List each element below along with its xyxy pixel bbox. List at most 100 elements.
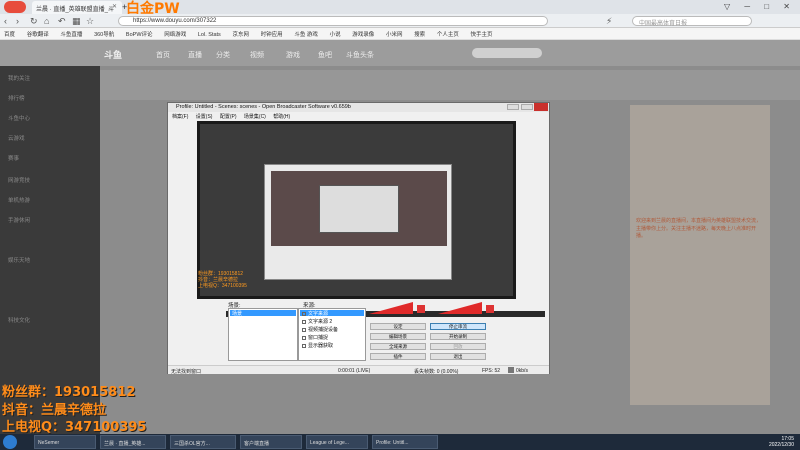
bookmark-item[interactable]: BoPW评论	[126, 30, 153, 38]
nav-game[interactable]: 游戏	[286, 50, 300, 60]
menu-help[interactable]: 帮助(H)	[273, 114, 290, 120]
address-bar[interactable]: https://www.douyu.com/307322	[118, 16, 548, 26]
checkbox[interactable]	[302, 335, 306, 340]
plugins-button[interactable]: 插件	[370, 353, 426, 360]
settings-button[interactable]: 设定	[370, 323, 426, 330]
preview-content	[200, 124, 513, 296]
clock[interactable]: 17:05 2022/12/30	[769, 436, 794, 448]
bolt-icon[interactable]: ⚡	[606, 16, 612, 27]
start-button-icon[interactable]	[3, 435, 17, 449]
tab-close-icon[interactable]: ✕	[112, 3, 117, 10]
back-icon[interactable]: ‹	[4, 16, 7, 26]
bookmark-item[interactable]: 谷歌翻译	[27, 30, 49, 38]
grid-icon[interactable]: ▦	[72, 16, 81, 27]
bookmark-item[interactable]: 斗鱼 游戏	[294, 30, 318, 38]
source-item[interactable]: 文字来源 2	[302, 318, 332, 325]
sources-list[interactable]: 文字来源 文字来源 2 视频捕捉设备 窗口捕捉 显示器获取	[298, 308, 366, 361]
browser-logo-icon[interactable]	[4, 1, 26, 13]
menu-file[interactable]: 档案(F)	[172, 114, 188, 120]
taskbar-item[interactable]: 客户端直播	[240, 435, 302, 449]
forward-icon[interactable]: ›	[16, 16, 19, 26]
nav-live[interactable]: 直播	[188, 50, 202, 60]
scene-item-selected[interactable]: 场景	[230, 310, 296, 317]
bookmark-item[interactable]: 快手主页	[471, 30, 493, 38]
global-sources-button[interactable]: 全域来源	[370, 343, 426, 350]
nav-yuba[interactable]: 鱼吧	[318, 50, 332, 60]
search-box[interactable]: 中国最高体育日报	[632, 16, 752, 27]
fan-group-text: 粉丝群：193015812	[2, 385, 136, 400]
sidebar-item[interactable]: 单机热游	[8, 196, 30, 204]
douyu-search[interactable]	[472, 48, 542, 58]
home-icon[interactable]: ⌂	[44, 16, 49, 26]
source-label: 文字来源	[308, 311, 329, 317]
bookmark-item[interactable]: 百度	[4, 30, 15, 38]
bookmark-item[interactable]: 搜索	[414, 30, 425, 38]
nav-category[interactable]: 分类	[216, 50, 230, 60]
sidebar-item[interactable]: 网游竞技	[8, 176, 30, 184]
start-record-button[interactable]: 开始录制	[430, 333, 486, 340]
checkbox[interactable]	[302, 319, 306, 324]
taskbar-item[interactable]: NeSemer	[34, 435, 96, 449]
window-controls[interactable]: ▽ ─ □ ✕	[724, 2, 796, 11]
bookmark-item[interactable]: 个人主页	[437, 30, 459, 38]
sidebar-item[interactable]: 科技文化	[8, 316, 30, 324]
sidebar-item[interactable]: 云游戏	[8, 134, 25, 142]
nav-headline[interactable]: 斗鱼头条	[346, 50, 374, 60]
bookmark-item[interactable]: 小米网	[386, 30, 403, 38]
source-label: 显示器获取	[308, 343, 334, 349]
nested-obs-capture	[264, 164, 452, 280]
taskbar-item[interactable]: 三国杀OL官方...	[170, 435, 236, 449]
source-label: 文字来源 2	[308, 319, 333, 325]
sidebar-item[interactable]: 我的关注	[8, 74, 30, 82]
sidebar-item[interactable]: 娱乐天地	[8, 256, 30, 264]
maximize-icon[interactable]	[521, 104, 533, 110]
sidebar-item[interactable]: 赛事	[8, 154, 19, 162]
douyu-logo[interactable]: 斗鱼	[104, 48, 122, 61]
bookmark-item[interactable]: Lol. Stats	[198, 32, 221, 38]
menu-scene-collection[interactable]: 场景集(C)	[244, 114, 266, 120]
source-item[interactable]: 文字来源	[302, 310, 328, 317]
taskbar-label: 客户端直播	[244, 441, 270, 447]
checkbox[interactable]	[302, 311, 306, 316]
scenes-list[interactable]: 场景	[228, 308, 298, 361]
checkbox[interactable]	[302, 327, 306, 332]
menu-profile[interactable]: 配置(P)	[220, 114, 237, 120]
obs-window: Profile: Untitled - Scenes: scenes - Ope…	[167, 102, 550, 375]
minimize-icon[interactable]	[507, 104, 519, 110]
taskbar-label: League of Lege...	[310, 440, 349, 446]
left-sidebar: 我的关注 排行榜 斗鱼中心 云游戏 赛事 网游竞技 单机热游 手游休闲 娱乐天地…	[0, 66, 100, 434]
star-icon[interactable]: ☆	[86, 16, 94, 27]
bookmark-item[interactable]: 时钟应用	[261, 30, 283, 38]
obs-title-bar[interactable]: Profile: Untitled - Scenes: scenes - Ope…	[168, 103, 549, 112]
bookmark-item[interactable]: 小说	[330, 30, 341, 38]
preview-overlay-text: 粉丝群：193015812 抖音：兰晨辛德拉 上电视Q：347100395	[198, 271, 247, 289]
exit-button[interactable]: 退出	[430, 353, 486, 360]
menu-settings[interactable]: 设置(S)	[196, 114, 213, 120]
refresh-icon[interactable]: ↻	[30, 16, 38, 27]
status-message: 无法找到窗口	[171, 369, 202, 375]
sidebar-item[interactable]: 排行榜	[8, 94, 25, 102]
source-item[interactable]: 显示器获取	[302, 342, 333, 349]
bookmark-item[interactable]: 网络游戏	[164, 30, 186, 38]
source-item[interactable]: 视频捕捉设备	[302, 326, 338, 333]
close-icon[interactable]	[534, 103, 548, 111]
edit-scene-button[interactable]: 编辑场景	[370, 333, 426, 340]
stop-stream-button[interactable]: 停止串流	[430, 323, 486, 330]
undo-icon[interactable]: ↶	[58, 16, 66, 27]
sidebar-item[interactable]: 斗鱼中心	[8, 114, 30, 122]
replay-button[interactable]: 回放	[430, 343, 486, 350]
browser-tab[interactable]: 兰晨 · 直播_英雄联盟直播_斗	[32, 1, 122, 14]
nav-home[interactable]: 首页	[156, 50, 170, 60]
nav-video[interactable]: 视频	[250, 50, 264, 60]
taskbar-item[interactable]: League of Lege...	[306, 435, 368, 449]
taskbar-item[interactable]: Profile: Untitl...	[372, 435, 438, 449]
source-item[interactable]: 窗口捕捉	[302, 334, 328, 341]
checkbox[interactable]	[302, 343, 306, 348]
bookmark-item[interactable]: 斗鱼直播	[60, 30, 82, 38]
taskbar-item[interactable]: 兰晨 · 直播_英雄...	[100, 435, 166, 449]
bookmark-item[interactable]: 360导航	[94, 30, 114, 38]
bookmark-item[interactable]: 京东网	[232, 30, 249, 38]
sidebar-item[interactable]: 手游休闲	[8, 216, 30, 224]
bookmark-item[interactable]: 游戏录像	[352, 30, 374, 38]
source-label: 窗口捕捉	[308, 335, 329, 341]
